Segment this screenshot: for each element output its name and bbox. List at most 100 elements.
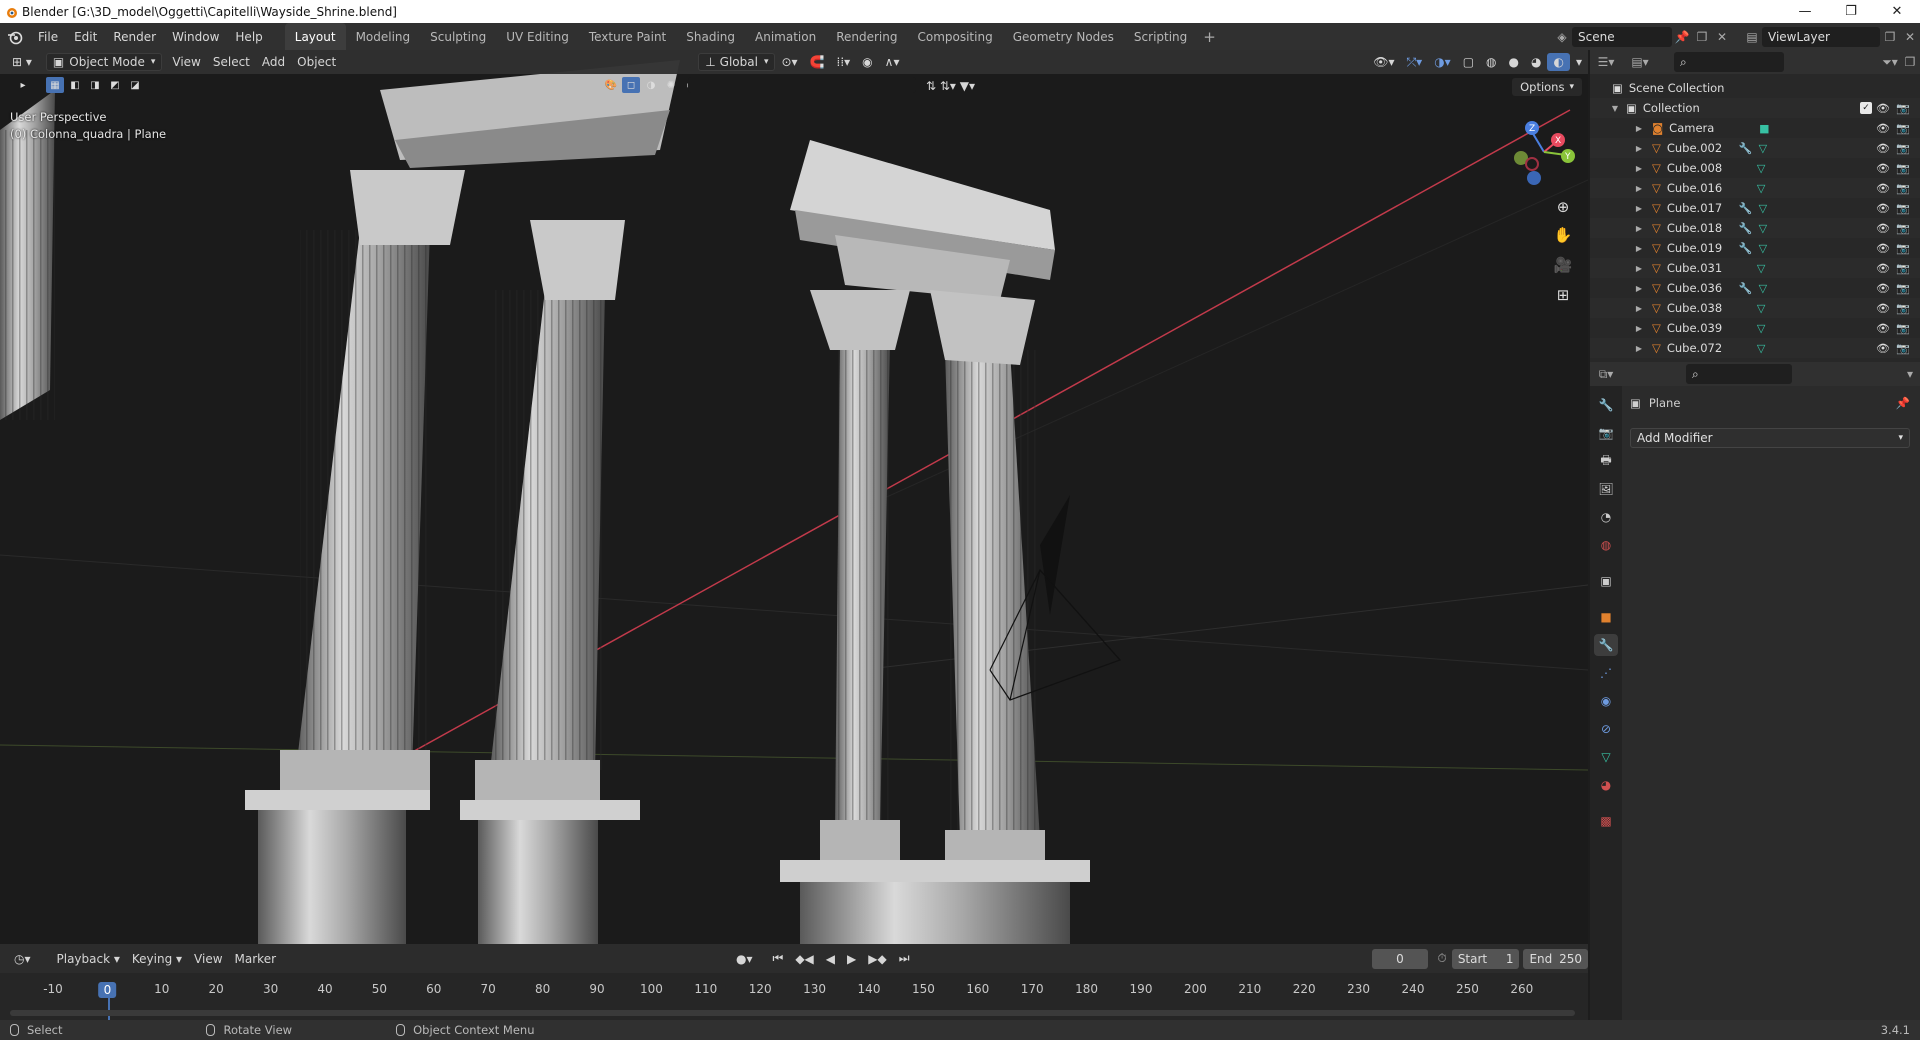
- visibility-eye-icon[interactable]: 👁: [1876, 282, 1890, 295]
- menu-help[interactable]: Help: [227, 27, 270, 47]
- view-layer-tab-icon[interactable]: 🖼: [1594, 478, 1618, 500]
- add-modifier-button[interactable]: Add Modifier ▾: [1630, 428, 1910, 448]
- render-camera-icon[interactable]: 📷: [1896, 342, 1910, 355]
- options-button[interactable]: Options ▾: [1512, 78, 1582, 96]
- visibility-eye-icon[interactable]: 👁: [1876, 342, 1890, 355]
- expand-arrow-icon[interactable]: ▶: [1590, 324, 1642, 333]
- outliner-search-field[interactable]: ⌕: [1674, 52, 1784, 72]
- 3d-viewport[interactable]: ⊞ ▾ ▣ Object Mode ▾ View Select Add Obje…: [0, 50, 1588, 944]
- pan-hand-icon[interactable]: ✋: [1552, 224, 1574, 246]
- outliner-object-row[interactable]: ▶ ▽ Cube.072 ▽ 👁 📷: [1590, 338, 1920, 358]
- mesh-data-icon[interactable]: ▽: [1757, 342, 1765, 355]
- select-invert-icon[interactable]: ◩: [106, 77, 124, 93]
- visibility-eye-icon[interactable]: 👁: [1876, 102, 1890, 115]
- mesh-data-icon[interactable]: ▽: [1759, 282, 1767, 295]
- mesh-data-icon[interactable]: ▽: [1759, 202, 1767, 215]
- scene-tab-icon[interactable]: ◔: [1594, 506, 1618, 528]
- expand-arrow-icon[interactable]: ▶: [1590, 284, 1642, 293]
- outliner-object-row[interactable]: ▶ ▽ Cube.038 ▽ 👁 📷: [1590, 298, 1920, 318]
- wireframe-shading-icon[interactable]: ◍: [1480, 53, 1502, 71]
- filter-light-icon[interactable]: ✺: [662, 77, 680, 93]
- view-layer-icon[interactable]: ▤: [1742, 27, 1762, 47]
- visibility-eye-icon[interactable]: 👁: [1876, 222, 1890, 235]
- jump-keyframe-forward-icon[interactable]: ▶◆: [862, 950, 892, 968]
- expand-arrow-icon[interactable]: ▶: [1590, 184, 1642, 193]
- render-camera-icon[interactable]: 📷: [1896, 102, 1910, 115]
- expand-arrow-icon[interactable]: ▶: [1590, 224, 1642, 233]
- menu-add[interactable]: Add: [256, 53, 291, 71]
- outliner-object-row[interactable]: ▶ ▽ Cube.016 ▽ 👁 📷: [1590, 178, 1920, 198]
- menu-window[interactable]: Window: [164, 27, 227, 47]
- visibility-eye-icon[interactable]: 👁: [1876, 122, 1890, 135]
- visibility-eye-icon[interactable]: 👁: [1876, 162, 1890, 175]
- output-tab-icon[interactable]: 🖶: [1594, 450, 1618, 472]
- visibility-icon[interactable]: 👁▾: [1367, 53, 1400, 71]
- ortho-grid-icon[interactable]: ⊞: [1552, 284, 1574, 306]
- outliner-object-row[interactable]: ▶ ▽ Cube.036 🔧 ▽ 👁 📷: [1590, 278, 1920, 298]
- visibility-eye-icon[interactable]: 👁: [1876, 142, 1890, 155]
- modifier-wrench-icon[interactable]: 🔧: [1739, 142, 1753, 155]
- camera-view-icon[interactable]: 🎥: [1552, 254, 1574, 276]
- transform-orientation[interactable]: ⊥ Global ▾: [698, 53, 776, 71]
- viewport-search-field[interactable]: [688, 77, 916, 93]
- solid-shading-icon[interactable]: ●: [1503, 53, 1525, 71]
- tool-tab-icon[interactable]: 🔧: [1594, 394, 1618, 416]
- select-subtract-icon[interactable]: ◨: [86, 77, 104, 93]
- delete-view-layer-icon[interactable]: ✕: [1900, 27, 1920, 47]
- timeline-scrollbar[interactable]: [10, 1010, 1575, 1016]
- modifier-wrench-icon[interactable]: 🔧: [1739, 282, 1753, 295]
- menu-view[interactable]: View: [166, 53, 206, 71]
- mesh-data-icon[interactable]: ▽: [1757, 302, 1765, 315]
- zoom-icon[interactable]: ⊕: [1552, 196, 1574, 218]
- new-collection-icon[interactable]: ❐: [1900, 52, 1920, 72]
- scene-icon[interactable]: ◈: [1552, 27, 1572, 47]
- expand-arrow-icon[interactable]: ▶: [1590, 144, 1642, 153]
- scene-field[interactable]: Scene: [1572, 26, 1672, 47]
- record-icon[interactable]: ●▾: [730, 950, 759, 968]
- render-camera-icon[interactable]: 📷: [1896, 302, 1910, 315]
- visibility-eye-icon[interactable]: 👁: [1876, 242, 1890, 255]
- tab-sculpting[interactable]: Sculpting: [420, 26, 496, 47]
- new-scene-icon[interactable]: ❐: [1692, 27, 1712, 47]
- constraints-tab-icon[interactable]: ⊘: [1594, 718, 1618, 740]
- select-intersect-icon[interactable]: ◪: [126, 77, 144, 93]
- view-layer-field[interactable]: ViewLayer: [1762, 26, 1880, 47]
- menu-render[interactable]: Render: [105, 27, 164, 47]
- pin-icon[interactable]: 📌: [1896, 396, 1910, 410]
- mesh-data-icon[interactable]: ▽: [1757, 162, 1765, 175]
- timeline-editor[interactable]: ◷▾ Playback ▾ Keying ▾ View Marker ●▾ ⏮ …: [0, 944, 1588, 1020]
- preview-range-icon[interactable]: ⏱: [1434, 949, 1449, 969]
- menu-timeline-view[interactable]: View: [188, 950, 228, 968]
- expand-arrow-icon[interactable]: ▶: [1590, 264, 1642, 273]
- menu-select[interactable]: Select: [207, 53, 256, 71]
- add-workspace-button[interactable]: +: [1197, 28, 1222, 46]
- rendered-shading-icon[interactable]: ◐: [1547, 53, 1570, 71]
- end-frame-field[interactable]: End 250: [1523, 948, 1588, 969]
- render-camera-icon[interactable]: 📷: [1896, 182, 1910, 195]
- mode-selector[interactable]: ▣ Object Mode ▾: [45, 53, 163, 71]
- render-camera-icon[interactable]: 📷: [1896, 222, 1910, 235]
- object-tab-icon[interactable]: ■: [1594, 606, 1618, 628]
- expand-arrow-icon[interactable]: ▶: [1590, 164, 1642, 173]
- render-camera-icon[interactable]: 📷: [1896, 262, 1910, 275]
- modifier-wrench-icon[interactable]: 🔧: [1739, 242, 1753, 255]
- editor-type-icon[interactable]: ⊞ ▾: [6, 53, 38, 71]
- tab-layout[interactable]: Layout: [284, 23, 346, 50]
- playhead[interactable]: [108, 994, 110, 1020]
- jump-start-icon[interactable]: ⏮: [767, 950, 790, 968]
- jump-keyframe-back-icon[interactable]: ◆◀: [789, 950, 819, 968]
- outliner-object-row[interactable]: ▶ ▽ Cube.008 ▽ 👁 📷: [1590, 158, 1920, 178]
- play-icon[interactable]: ▶: [841, 950, 862, 968]
- outliner-object-row[interactable]: ▶ ▽ Cube.017 🔧 ▽ 👁 📷: [1590, 198, 1920, 218]
- mesh-data-icon[interactable]: ▽: [1759, 142, 1767, 155]
- outliner-object-row[interactable]: ▶ ◙ Camera ■ 👁 📷: [1590, 118, 1920, 138]
- tab-texture-paint[interactable]: Texture Paint: [579, 26, 676, 47]
- menu-object[interactable]: Object: [291, 53, 342, 71]
- editor-color-icon[interactable]: 🎨: [602, 77, 620, 93]
- mesh-data-icon[interactable]: ▽: [1757, 322, 1765, 335]
- physics-tab-icon[interactable]: ◉: [1594, 690, 1618, 712]
- current-frame-field[interactable]: 0: [1371, 948, 1429, 969]
- menu-playback[interactable]: Playback ▾: [51, 950, 126, 968]
- tab-compositing[interactable]: Compositing: [907, 26, 1002, 47]
- snap-icon[interactable]: 🧲: [804, 53, 831, 71]
